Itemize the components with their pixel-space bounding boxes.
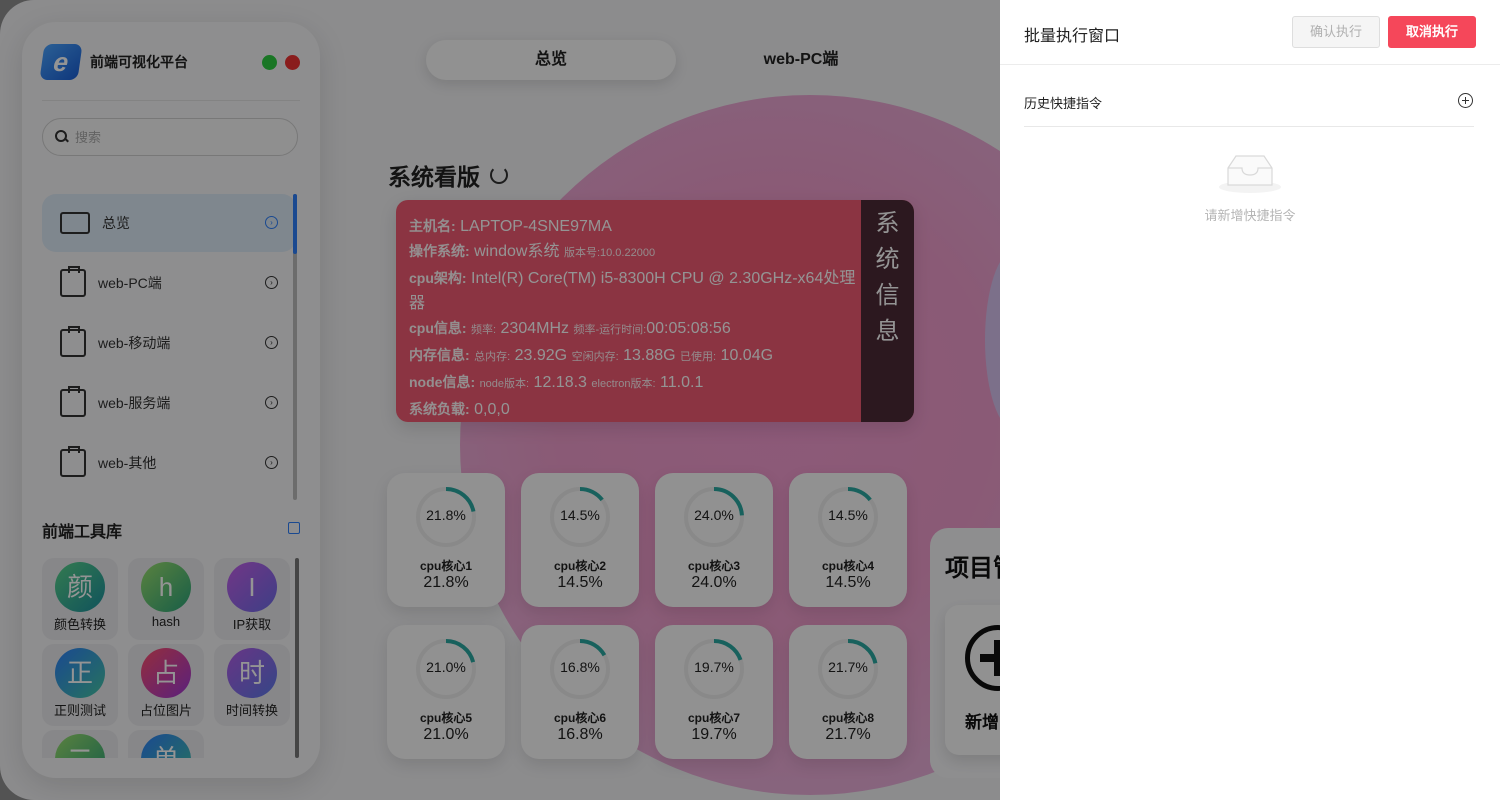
empty-inbox-icon	[1219, 155, 1281, 193]
divider	[1024, 126, 1474, 127]
history-shortcuts-title: 历史快捷指令	[1024, 96, 1103, 111]
drawer-title: 批量执行窗口	[1024, 28, 1121, 45]
empty-state-text: 请新增快捷指令	[1204, 208, 1296, 223]
confirm-execute-button[interactable]: 确认执行	[1292, 16, 1380, 48]
batch-execute-drawer: 批量执行窗口 确认执行 取消执行 历史快捷指令 请新增快捷指令	[1000, 0, 1500, 800]
add-circle-icon[interactable]	[1458, 93, 1473, 108]
drawer-header: 批量执行窗口 确认执行 取消执行	[1000, 0, 1500, 65]
cancel-execute-button[interactable]: 取消执行	[1388, 16, 1476, 48]
